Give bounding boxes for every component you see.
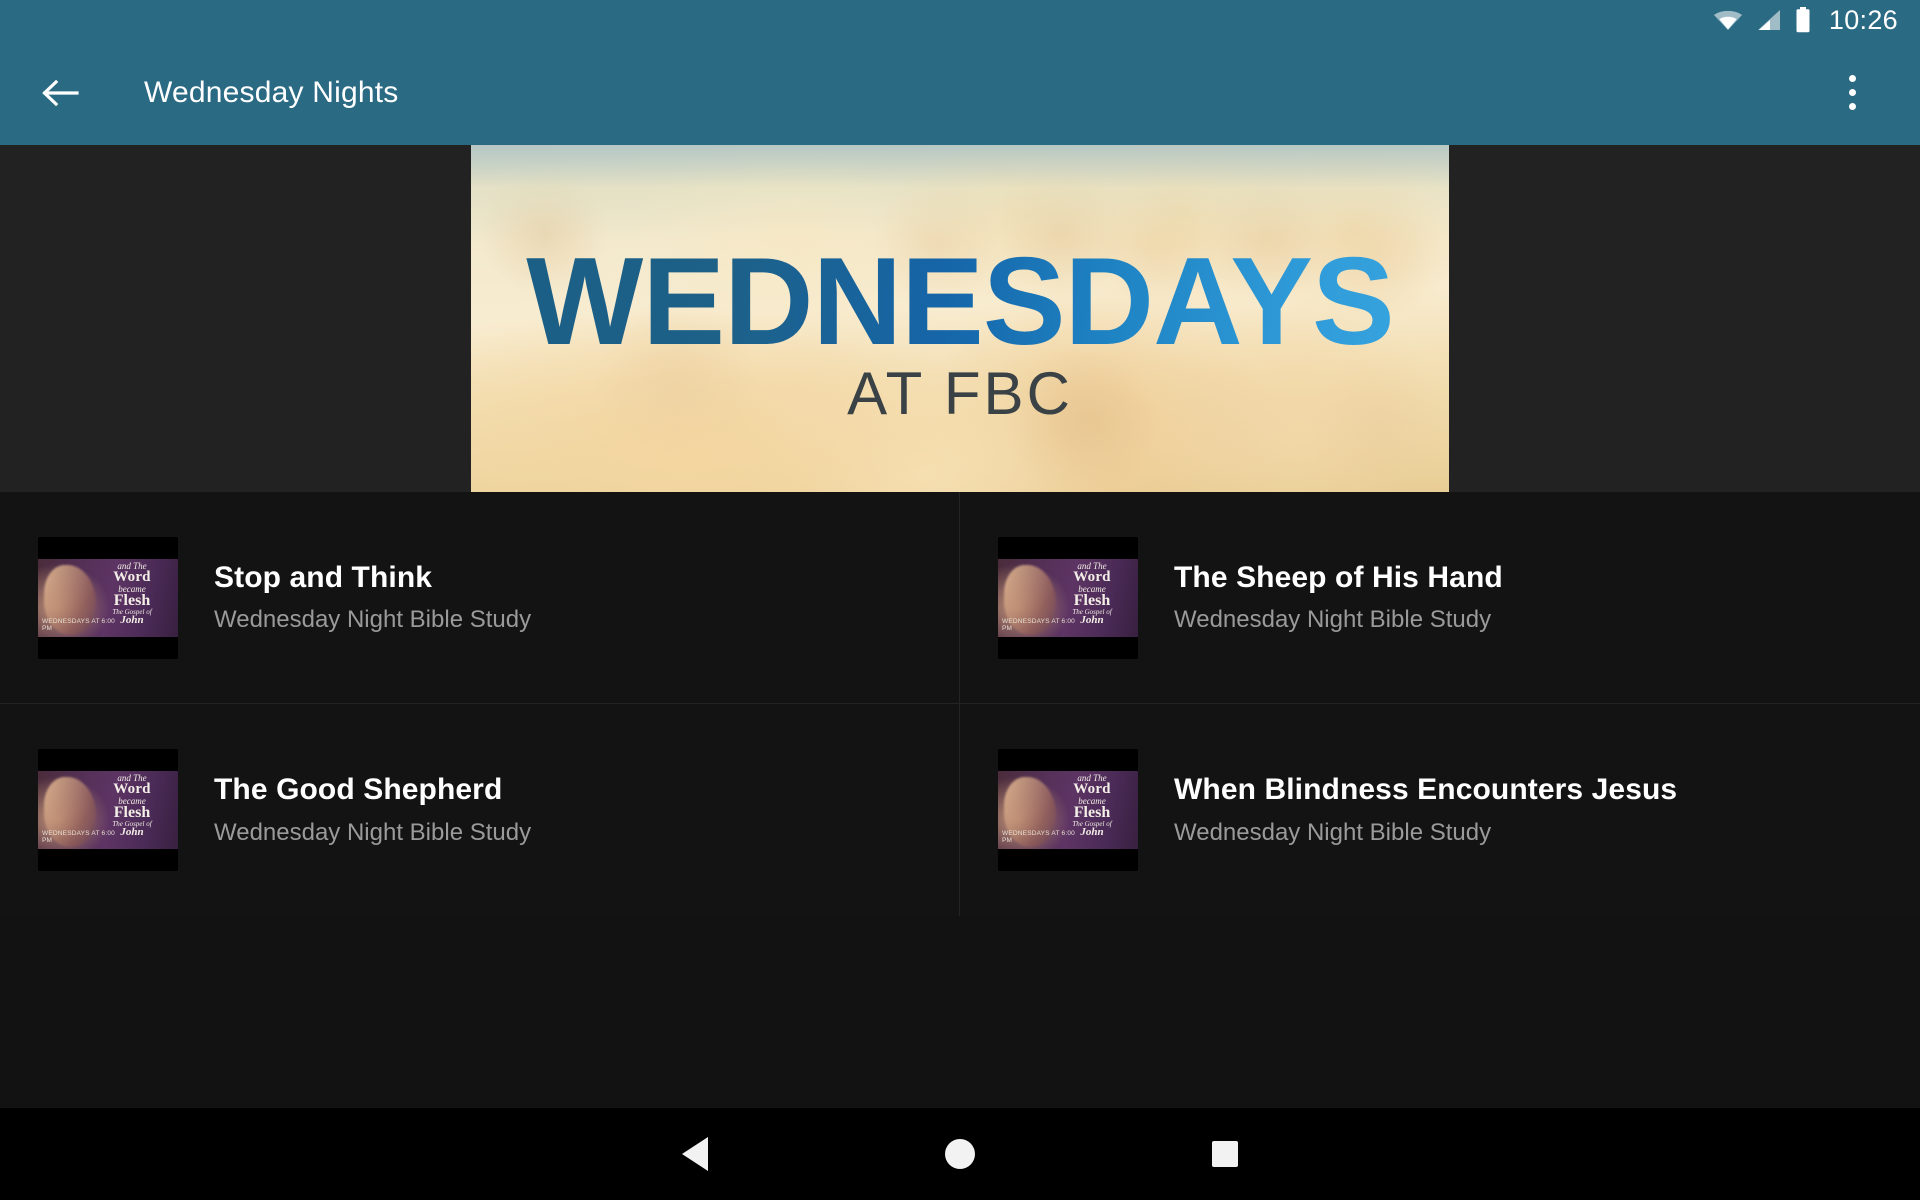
list-item-subtitle: Wednesday Night Bible Study — [1174, 818, 1492, 846]
thumb-line-2: Word — [1073, 568, 1111, 585]
list-item-subtitle: Wednesday Night Bible Study — [1174, 606, 1492, 634]
hero-banner-container: WEDNESDAYS AT FBC — [0, 145, 1920, 492]
thumb-line-4: Flesh — [1073, 804, 1111, 821]
list-item[interactable]: and The Word became Flesh The Gospel of … — [960, 492, 1920, 704]
list-item-title: The Sheep of His Hand — [1174, 560, 1503, 594]
list-item-text: The Good Shepherd Wednesday Night Bible … — [214, 773, 531, 846]
thumb-line-2: Word — [1073, 781, 1111, 797]
thumb-schedule: WEDNESDAYS AT 6:00 PM — [42, 830, 115, 844]
cell-signal-icon — [1756, 9, 1782, 31]
wifi-icon — [1713, 9, 1743, 31]
thumb-line-4: Flesh — [1073, 591, 1111, 609]
list-item-text: The Sheep of His Hand Wednesday Night Bi… — [1174, 561, 1503, 634]
nav-back-triangle-icon[interactable] — [563, 1108, 828, 1200]
hero-top-fade — [471, 145, 1449, 241]
nav-recents-square-icon[interactable] — [1093, 1108, 1358, 1200]
hero-banner-image[interactable]: WEDNESDAYS AT FBC — [471, 145, 1449, 492]
thumb-schedule: WEDNESDAYS AT 6:00 PM — [42, 617, 115, 632]
list-item-title: The Good Shepherd — [214, 773, 503, 807]
nav-home-circle-icon[interactable] — [828, 1108, 1093, 1200]
list-item-text: When Blindness Encounters Jesus Wednesda… — [1174, 773, 1677, 846]
thumb-line-4: Flesh — [113, 591, 151, 609]
arrow-back-icon[interactable] — [32, 65, 88, 121]
thumbnail: and The Word became Flesh The Gospel of … — [38, 536, 178, 659]
list-item-title: Stop and Think — [214, 560, 433, 594]
android-nav-bar — [0, 1108, 1920, 1200]
list-item-title: When Blindness Encounters Jesus — [1174, 773, 1678, 807]
status-bar-icons — [1713, 7, 1811, 33]
screen: 10:26 Wednesday Nights AT FBC and The Wo… — [0, 0, 1920, 1200]
status-bar-clock: 10:26 — [1828, 4, 1898, 35]
thumbnail: and The Word became Flesh The Gospel of … — [998, 749, 1138, 871]
list-item-subtitle: Wednesday Night Bible Study — [214, 818, 532, 846]
list-item-text: Stop and Think Wednesday Night Bible Stu… — [214, 561, 531, 634]
list-item-subtitle: Wednesday Night Bible Study — [214, 606, 532, 634]
thumb-line-2: Word — [113, 568, 151, 585]
thumbnail: and The Word became Flesh The Gospel of … — [998, 536, 1138, 659]
thumb-line-2: Word — [113, 781, 151, 797]
thumb-line-4: Flesh — [113, 804, 151, 821]
overflow-menu-icon[interactable] — [1828, 65, 1876, 121]
media-grid: and The Word became Flesh The Gospel of … — [0, 492, 1920, 916]
page-title: Wednesday Nights — [144, 75, 399, 109]
list-item[interactable]: and The Word became Flesh The Gospel of … — [0, 704, 960, 916]
battery-icon — [1795, 7, 1811, 33]
thumb-schedule: WEDNESDAYS AT 6:00 PM — [1002, 830, 1075, 844]
app-bar: Wednesday Nights — [0, 40, 1920, 145]
thumb-schedule: WEDNESDAYS AT 6:00 PM — [1002, 617, 1075, 632]
list-item[interactable]: and The Word became Flesh The Gospel of … — [0, 492, 960, 704]
list-item[interactable]: and The Word became Flesh The Gospel of … — [960, 704, 1920, 916]
thumbnail: and The Word became Flesh The Gospel of … — [38, 749, 178, 871]
status-bar: 10:26 — [0, 0, 1920, 40]
